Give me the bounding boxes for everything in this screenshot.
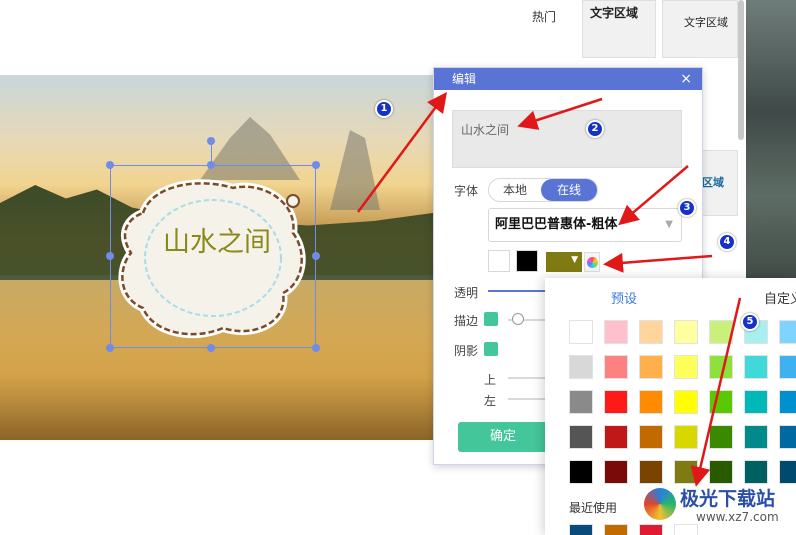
palette-swatch[interactable] — [744, 390, 768, 414]
transparent-label: 透明 — [454, 286, 479, 300]
palette-swatch[interactable] — [744, 460, 768, 484]
tab-hot[interactable]: 热门 — [532, 8, 556, 25]
palette-swatch[interactable] — [709, 320, 733, 344]
palette-swatch[interactable] — [709, 355, 733, 379]
resize-handle-se[interactable] — [312, 344, 320, 352]
recent-color-swatch[interactable] — [569, 524, 593, 535]
black-color-swatch[interactable] — [516, 250, 538, 272]
resize-handle-n[interactable] — [207, 161, 215, 169]
confirm-button[interactable]: 确定 — [458, 422, 548, 452]
dialog-title: 编辑 — [452, 72, 477, 86]
palette-swatch[interactable] — [779, 460, 796, 484]
recent-color-swatch[interactable] — [604, 524, 628, 535]
stroke-slider-knob[interactable] — [512, 313, 524, 325]
sticker-thumb-3-label: 区域 — [702, 176, 724, 189]
resize-handle-nw[interactable] — [106, 161, 114, 169]
palette-swatch[interactable] — [674, 425, 698, 449]
shadow-label: 阴影 — [454, 344, 479, 358]
tab-custom[interactable]: 自定义 — [764, 288, 796, 307]
palette-swatch[interactable] — [674, 355, 698, 379]
sticker-thumb-2-label: 文字区域 — [684, 16, 728, 29]
palette-swatch[interactable] — [674, 390, 698, 414]
palette-swatch[interactable] — [779, 425, 796, 449]
sticker-thumb-1-label: 文字区域 — [590, 6, 639, 20]
right-background-photo — [746, 0, 796, 280]
palette-swatch[interactable] — [779, 355, 796, 379]
palette-swatch[interactable] — [604, 460, 628, 484]
color-wheel-icon — [587, 257, 598, 268]
shadow-up-slider[interactable] — [508, 377, 548, 379]
palette-swatch[interactable] — [604, 355, 628, 379]
font-label: 字体 — [454, 184, 479, 198]
shadow-left-slider[interactable] — [508, 398, 548, 400]
step-badge-5: 5 — [741, 313, 759, 331]
palette-swatch[interactable] — [604, 320, 628, 344]
font-source-toggle: 本地 在线 — [488, 178, 598, 202]
resize-handle-e[interactable] — [312, 252, 320, 260]
step-badge-1: 1 — [375, 100, 393, 118]
watermark-logo-icon — [644, 488, 676, 520]
resize-handle-sw[interactable] — [106, 344, 114, 352]
palette-swatch[interactable] — [569, 390, 593, 414]
shadow-up-label: 上 — [484, 373, 497, 387]
resize-handle-w[interactable] — [106, 252, 114, 260]
palette-swatch[interactable] — [709, 390, 733, 414]
palette-swatch[interactable] — [639, 460, 663, 484]
tab-online[interactable]: 在线 — [541, 179, 597, 201]
stroke-label: 描边 — [454, 314, 479, 328]
watermark-title: 极光下载站 — [680, 488, 776, 510]
shadow-checkbox[interactable] — [484, 342, 498, 356]
color-wheel-button[interactable] — [584, 252, 600, 272]
palette-swatch[interactable] — [639, 355, 663, 379]
palette-swatch[interactable] — [569, 425, 593, 449]
tab-local[interactable]: 本地 — [489, 179, 541, 201]
selection-box[interactable] — [110, 165, 316, 348]
shadow-left-label: 左 — [484, 394, 497, 408]
dialog-header: 编辑 × — [434, 68, 702, 90]
step-badge-2: 2 — [586, 120, 604, 138]
watermark: 极光下载站 www.xz7.com — [640, 484, 790, 530]
text-input[interactable]: 山水之间 — [452, 110, 682, 168]
palette-swatch[interactable] — [639, 390, 663, 414]
watermark-url: www.xz7.com — [696, 510, 779, 524]
palette-swatch[interactable] — [639, 425, 663, 449]
palette-swatch[interactable] — [779, 390, 796, 414]
palette-swatch[interactable] — [604, 425, 628, 449]
caret-down-icon: ▼ — [571, 255, 578, 265]
close-icon[interactable]: × — [680, 68, 692, 90]
palette-swatch[interactable] — [709, 425, 733, 449]
chevron-down-icon: ▼ — [665, 219, 673, 230]
palette-swatch[interactable] — [674, 460, 698, 484]
white-color-swatch[interactable] — [488, 250, 510, 272]
palette-swatch[interactable] — [744, 425, 768, 449]
resize-handle-ne[interactable] — [312, 161, 320, 169]
palette-swatch[interactable] — [569, 460, 593, 484]
rotate-handle[interactable] — [207, 137, 215, 145]
palette-swatch[interactable] — [569, 320, 593, 344]
font-select-value: 阿里巴巴普惠体-粗体 — [495, 217, 618, 232]
step-badge-4: 4 — [718, 233, 736, 251]
palette-swatch[interactable] — [744, 355, 768, 379]
recent-colors-label: 最近使用 — [569, 501, 618, 515]
palette-swatch[interactable] — [779, 320, 796, 344]
stroke-checkbox[interactable] — [484, 312, 498, 326]
screen: 山水之间 热门 文字区域 文字区域 区域 编辑 × 山水之间 字体 本地 在线 … — [0, 0, 796, 535]
palette-swatch[interactable] — [674, 320, 698, 344]
transparency-slider[interactable] — [488, 290, 548, 292]
palette-swatch[interactable] — [604, 390, 628, 414]
mountain-peak — [330, 130, 380, 210]
step-badge-3: 3 — [678, 199, 696, 217]
font-select[interactable]: 阿里巴巴普惠体-粗体 ▼ — [488, 208, 682, 242]
palette-swatch[interactable] — [709, 460, 733, 484]
panel-scrollbar[interactable] — [738, 0, 744, 140]
resize-handle-s[interactable] — [207, 344, 215, 352]
text-color-button[interactable]: ▼ — [546, 252, 582, 272]
palette-swatch[interactable] — [639, 320, 663, 344]
tab-preset[interactable]: 预设 — [611, 288, 637, 307]
palette-swatch[interactable] — [569, 355, 593, 379]
